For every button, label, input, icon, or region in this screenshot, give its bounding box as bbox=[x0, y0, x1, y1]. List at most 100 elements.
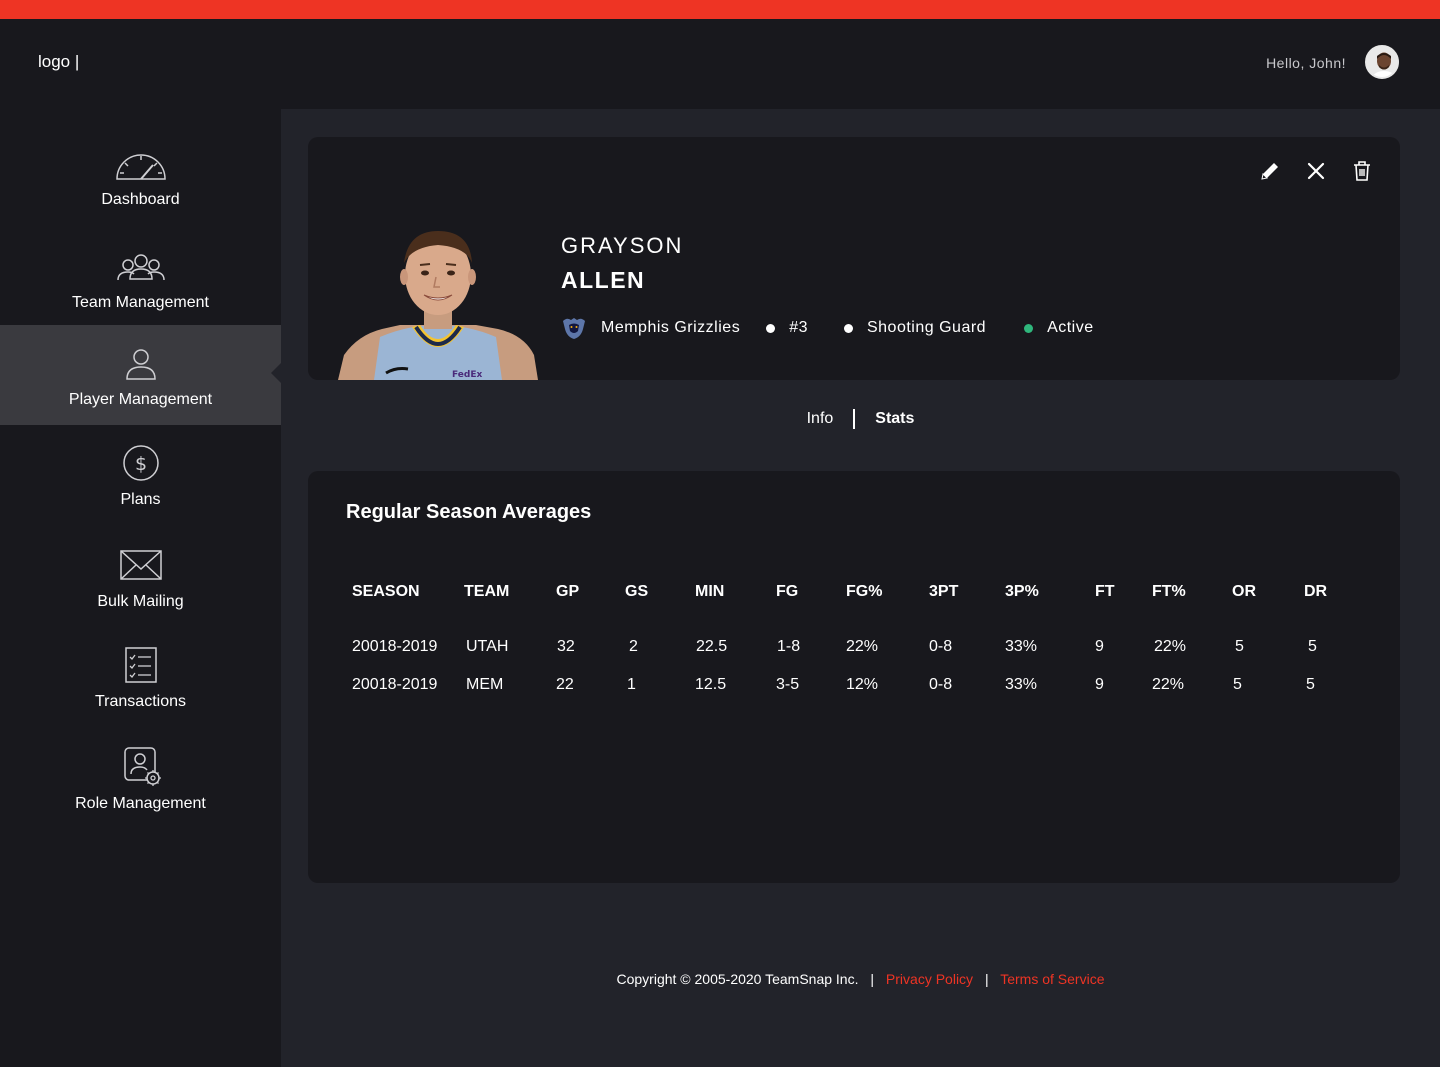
sidebar-item-role-management[interactable]: Role Management bbox=[0, 745, 281, 845]
sidebar-item-bulk-mailing[interactable]: Bulk Mailing bbox=[0, 545, 281, 645]
sidebar-item-player-management[interactable]: Player Management bbox=[0, 325, 281, 425]
table-cell: 20018-2019 bbox=[352, 638, 438, 655]
table-cell: 3-5 bbox=[776, 675, 800, 693]
bullet-icon bbox=[766, 323, 776, 333]
table-cell: 5 bbox=[1308, 638, 1317, 655]
table-cell: 5 bbox=[1306, 675, 1315, 693]
player-number: #3 bbox=[789, 319, 808, 336]
player-status-group: Active bbox=[1024, 319, 1094, 337]
main-content: FedEx GRAYSON ALLEN Memphis Grizzlies #3… bbox=[281, 109, 1440, 1067]
table-cell: 5 bbox=[1233, 675, 1242, 693]
table-cell: 22% bbox=[1154, 638, 1187, 655]
checklist-icon bbox=[124, 647, 157, 683]
column-header: GP bbox=[556, 583, 580, 600]
dollar-icon: $ bbox=[122, 445, 159, 481]
tab-info[interactable]: Info bbox=[787, 410, 854, 428]
grizzlies-logo-icon bbox=[563, 318, 585, 339]
column-header: OR bbox=[1232, 583, 1256, 600]
stats-table: SEASON TEAM GP GS MIN FG FG% 3PT 3P% FT … bbox=[352, 577, 1344, 704]
table-header-row: SEASON TEAM GP GS MIN FG FG% 3PT 3P% FT … bbox=[352, 577, 1344, 607]
edit-button[interactable] bbox=[1258, 159, 1282, 183]
table-cell: 9 bbox=[1095, 675, 1104, 693]
copyright-text: Copyright © 2005-2020 TeamSnap Inc. bbox=[616, 971, 859, 987]
table-cell: 2 bbox=[629, 638, 638, 655]
sidebar-item-label: Player Management bbox=[68, 391, 213, 408]
envelope-icon bbox=[119, 550, 162, 580]
table-cell: UTAH bbox=[466, 638, 509, 655]
column-header: FT bbox=[1095, 583, 1115, 600]
table-cell: 33% bbox=[1005, 638, 1038, 655]
column-header: FG% bbox=[846, 583, 883, 600]
player-photo: FedEx bbox=[338, 217, 538, 380]
user-settings-icon bbox=[123, 747, 161, 786]
avatar-image bbox=[1367, 47, 1397, 77]
sidebar-item-label: Bulk Mailing bbox=[97, 593, 184, 610]
player-meta: Memphis Grizzlies #3 Shooting Guard Acti… bbox=[561, 315, 1094, 341]
column-header: FG bbox=[776, 583, 799, 600]
footer: Copyright © 2005-2020 TeamSnap Inc. | Pr… bbox=[281, 971, 1440, 987]
terms-of-service-link[interactable]: Terms of Service bbox=[1000, 971, 1104, 987]
trash-icon bbox=[1354, 161, 1370, 181]
table-cell: 22.5 bbox=[696, 638, 728, 655]
table-cell: 0-8 bbox=[929, 638, 953, 655]
column-header: 3P% bbox=[1005, 583, 1039, 600]
table-cell: 12.5 bbox=[695, 675, 727, 693]
sidebar: Dashboard Team Management Player Managem… bbox=[0, 109, 281, 1067]
user-avatar[interactable] bbox=[1365, 45, 1399, 79]
bullet-icon bbox=[843, 323, 853, 333]
svg-text:$: $ bbox=[134, 453, 146, 475]
status-dot-icon bbox=[1024, 323, 1034, 333]
stats-card: Regular Season Averages SEASON TEAM GP G… bbox=[308, 471, 1400, 883]
profile-tabs: Info Stats bbox=[281, 409, 1440, 429]
player-photo-image: FedEx bbox=[338, 231, 538, 380]
team-icon bbox=[116, 254, 165, 281]
sidebar-item-label: Transactions bbox=[95, 693, 186, 710]
card-actions bbox=[1258, 159, 1374, 183]
table-cell: 9 bbox=[1095, 638, 1104, 655]
column-header: SEASON bbox=[352, 583, 420, 600]
top-accent-bar bbox=[0, 0, 1440, 19]
user-icon bbox=[125, 349, 156, 380]
sidebar-item-label: Dashboard bbox=[101, 191, 180, 208]
greeting-text: Hello, John! bbox=[1266, 55, 1346, 71]
privacy-policy-link[interactable]: Privacy Policy bbox=[886, 971, 973, 987]
table-cell: 1 bbox=[627, 675, 636, 693]
table-cell: 22% bbox=[1152, 675, 1185, 693]
player-position-group: Shooting Guard bbox=[843, 319, 987, 337]
sidebar-item-label: Team Management bbox=[72, 294, 209, 311]
table-row: 20018-2019 MEM 22 1 12.5 3-5 12% 0-8 33%… bbox=[352, 665, 1344, 704]
table-cell: MEM bbox=[466, 675, 504, 693]
stats-title: Regular Season Averages bbox=[346, 501, 592, 523]
app-header: logo | Hello, John! bbox=[0, 19, 1440, 109]
footer-separator: | bbox=[984, 971, 989, 987]
table-cell: 22 bbox=[556, 675, 574, 693]
table-cell: 32 bbox=[557, 638, 575, 655]
sidebar-item-label: Plans bbox=[120, 491, 161, 508]
pencil-icon bbox=[1261, 163, 1278, 180]
table-cell: 0-8 bbox=[929, 675, 953, 693]
player-position: Shooting Guard bbox=[866, 319, 987, 336]
close-button[interactable] bbox=[1304, 159, 1328, 183]
table-cell: 12% bbox=[846, 675, 879, 693]
close-icon bbox=[1307, 162, 1325, 180]
delete-button[interactable] bbox=[1350, 159, 1374, 183]
tab-stats[interactable]: Stats bbox=[855, 410, 934, 428]
svg-text:FedEx: FedEx bbox=[452, 370, 482, 380]
column-header: TEAM bbox=[464, 583, 510, 600]
player-last-name: ALLEN bbox=[561, 267, 646, 293]
column-header: GS bbox=[625, 583, 649, 600]
table-row: 20018-2019 UTAH 32 2 22.5 1-8 22% 0-8 33… bbox=[352, 607, 1344, 665]
column-header: FT% bbox=[1152, 583, 1186, 600]
table-cell: 33% bbox=[1005, 675, 1038, 693]
logo[interactable]: logo | bbox=[38, 52, 79, 72]
player-profile-card: FedEx GRAYSON ALLEN Memphis Grizzlies #3… bbox=[308, 137, 1400, 380]
sidebar-item-dashboard[interactable]: Dashboard bbox=[0, 143, 281, 243]
player-team: Memphis Grizzlies bbox=[601, 319, 741, 336]
player-status: Active bbox=[1047, 319, 1094, 336]
player-first-name: GRAYSON bbox=[561, 233, 684, 258]
column-header: 3PT bbox=[929, 583, 959, 600]
sidebar-item-transactions[interactable]: Transactions bbox=[0, 645, 281, 745]
table-cell: 22% bbox=[846, 638, 879, 655]
sidebar-item-plans[interactable]: $ Plans bbox=[0, 443, 281, 543]
column-header: DR bbox=[1304, 583, 1328, 600]
